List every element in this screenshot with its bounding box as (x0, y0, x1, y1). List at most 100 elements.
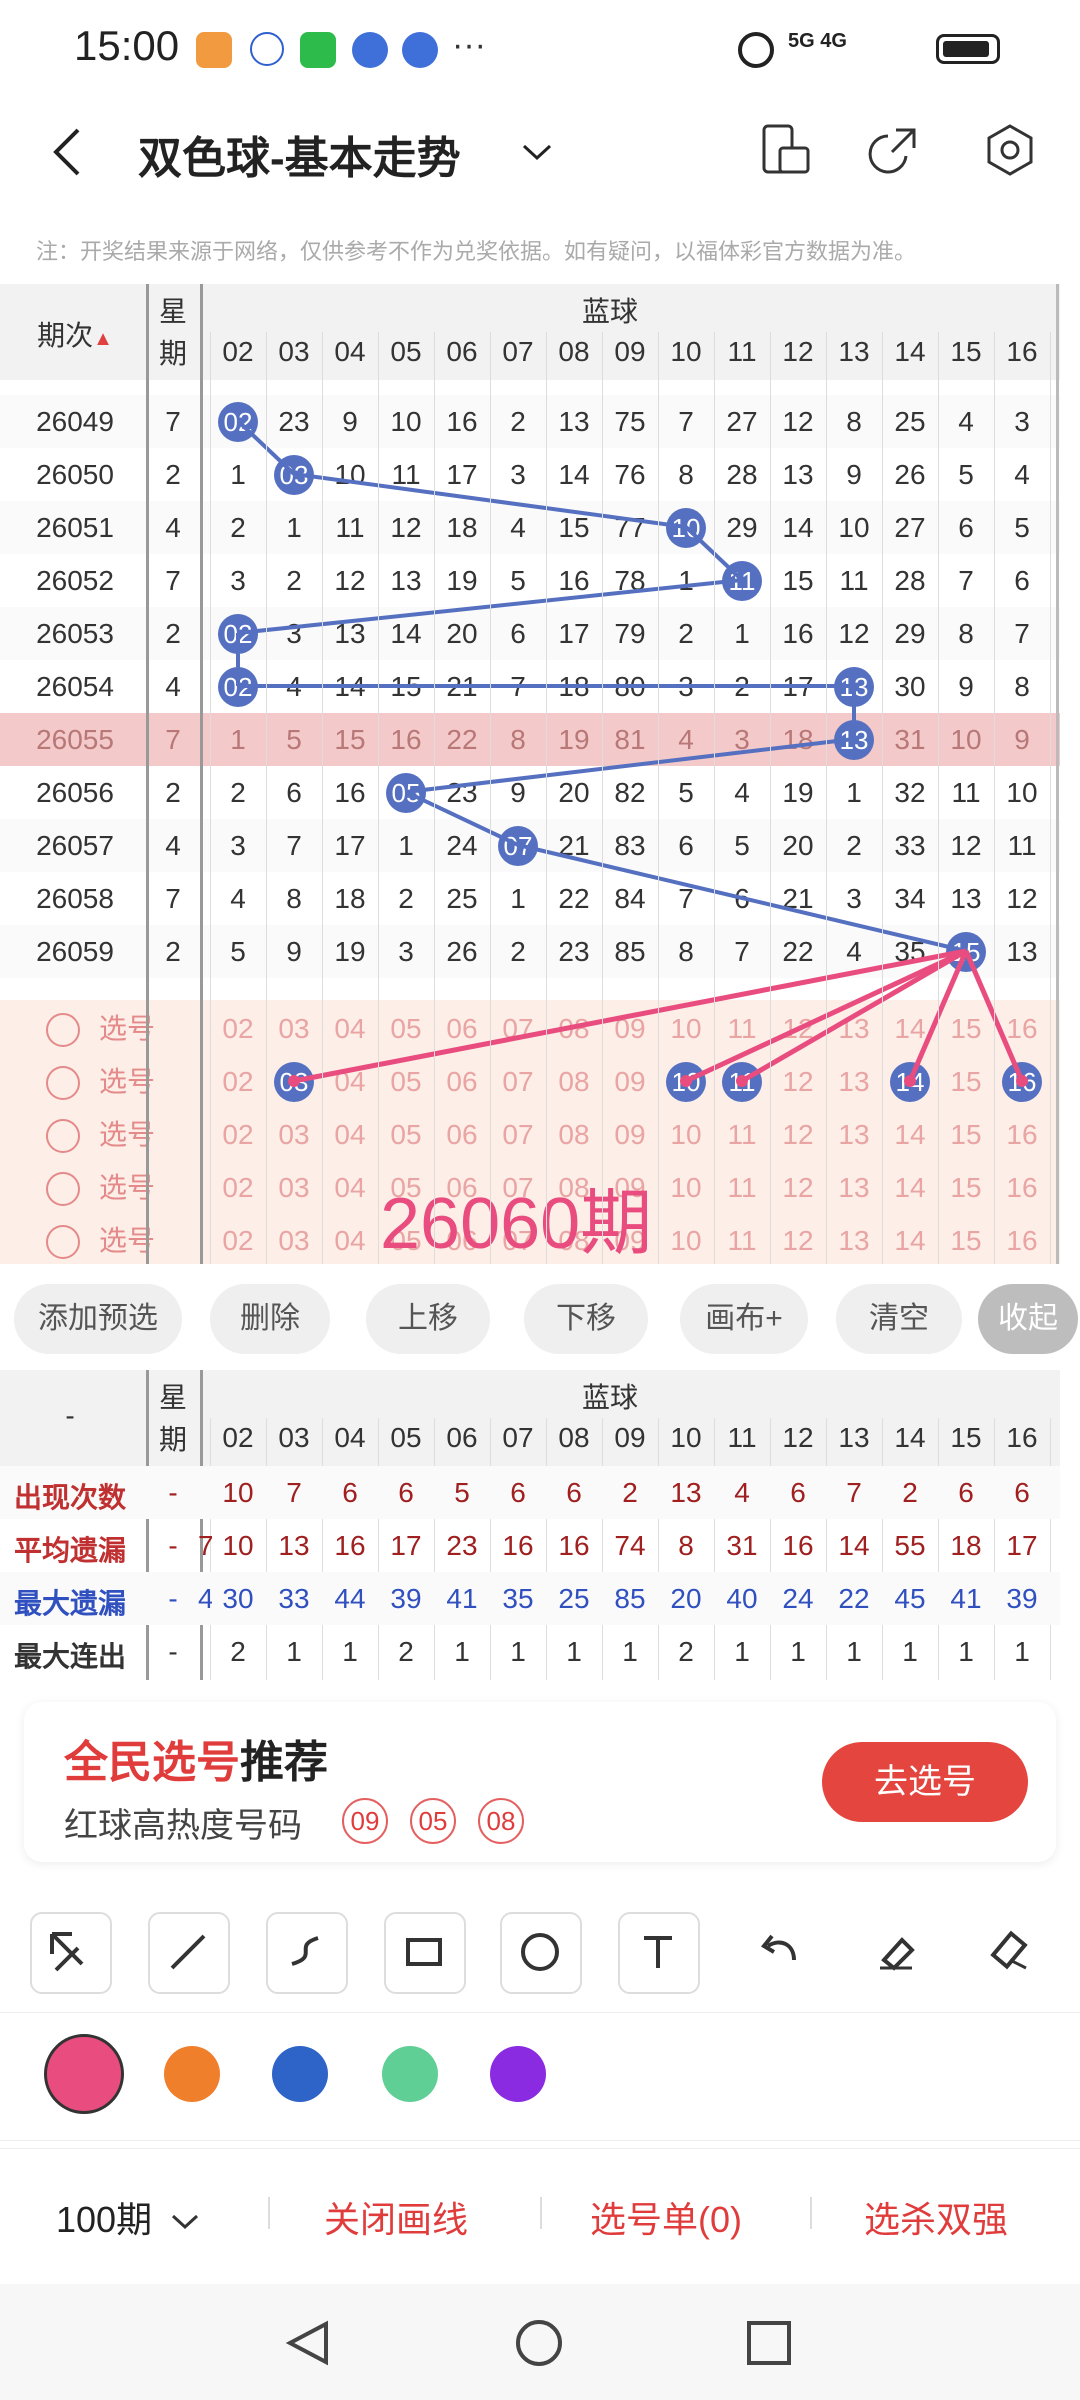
back-arrow-icon[interactable] (48, 126, 88, 178)
nav-home-icon[interactable] (514, 2318, 564, 2368)
stats-value: 8 (678, 1530, 694, 1561)
action-button[interactable]: 下移 (524, 1284, 648, 1354)
stats-value: 20 (670, 1583, 702, 1614)
clear-brush-icon[interactable] (972, 1912, 1054, 1994)
stats-value: 31 (726, 1530, 758, 1561)
share-icon[interactable] (866, 122, 922, 178)
stats-value: 18 (950, 1530, 982, 1561)
stats-column-header: 14 (894, 1422, 926, 1453)
text-icon[interactable] (618, 1912, 700, 1994)
period-label: 100期 (56, 2199, 153, 2240)
stats-value: 6 (958, 1477, 974, 1508)
divider (1056, 284, 1059, 1264)
stats-value: 41 (950, 1583, 982, 1614)
color-swatch[interactable] (164, 2046, 220, 2102)
undo-icon[interactable] (738, 1912, 820, 1994)
stats-value: 41 (446, 1583, 478, 1614)
recommend-subtitle: 红球高热度号码 (64, 1807, 302, 1845)
stats-row-label: 平均遗漏 (14, 1535, 127, 1566)
stats-value: 24 (782, 1583, 814, 1614)
period-select[interactable]: 100期 (56, 2191, 200, 2243)
column-header: 13 (838, 336, 870, 367)
trend-table: 期次▲ 星 期 蓝球 26048413228915112746261172432… (0, 284, 1060, 1264)
line-icon[interactable] (148, 1912, 230, 1994)
trend-line (405, 737, 855, 794)
stats-value: 13 (278, 1530, 310, 1561)
stats-value: 14 (838, 1530, 870, 1561)
settings-icon[interactable] (982, 122, 1038, 178)
stats-value: 6 (398, 1477, 414, 1508)
grid-line (490, 332, 491, 1264)
go-pick-button[interactable]: 去选号 (822, 1742, 1028, 1822)
app-icon (402, 32, 438, 68)
column-header: 07 (502, 336, 534, 367)
grid-line (1050, 332, 1051, 1264)
stats-value: 6 (790, 1477, 806, 1508)
stats-column-header: 07 (502, 1422, 534, 1453)
eraser-icon[interactable] (856, 1912, 938, 1994)
stats-value: 55 (894, 1530, 926, 1561)
grid-line (882, 332, 883, 1264)
stats-value: 1 (1014, 1636, 1030, 1667)
stats-mid: - (168, 1530, 178, 1561)
status-bar: 15:00 ··· 5G 4G (0, 0, 1080, 100)
stats-value: 16 (782, 1530, 814, 1561)
chevron-down-icon (172, 2214, 199, 2230)
battery-icon (936, 34, 1000, 64)
recommend-card[interactable]: 全民选号推荐 红球高热度号码 去选号 09 05 08 (24, 1702, 1056, 1862)
stats-value: 1 (566, 1636, 582, 1667)
select-arrow-icon[interactable] (30, 1912, 112, 1994)
column-header: 02 (222, 336, 254, 367)
action-button[interactable]: 清空 (836, 1284, 962, 1354)
stats-value: 2 (622, 1477, 638, 1508)
stats-value: 10 (222, 1530, 254, 1561)
nav-back-icon[interactable] (282, 2318, 332, 2368)
close-line-button[interactable]: 关闭画线 (324, 2191, 468, 2243)
pick-list-button[interactable]: 选号单(0) (590, 2191, 742, 2243)
stats-value: 40 (726, 1583, 758, 1614)
column-header: 05 (390, 336, 422, 367)
stats-row-label: 最大连出 (14, 1641, 127, 1672)
stats-value: 6 (566, 1477, 582, 1508)
action-button[interactable]: 上移 (366, 1284, 490, 1354)
alarm-icon (738, 32, 774, 68)
hot-number: 09 (342, 1798, 388, 1844)
stats-value: 1 (286, 1636, 302, 1667)
stats-value: 7 (846, 1477, 862, 1508)
nav-recents-icon[interactable] (744, 2318, 794, 2368)
stats-week-top: 星 (158, 1382, 187, 1413)
stats-blue-header: 蓝球 (581, 1382, 638, 1413)
kill-button[interactable]: 选杀双强 (864, 2191, 1008, 2243)
stats-value: 5 (454, 1477, 470, 1508)
stats-column-header: 13 (838, 1422, 870, 1453)
circle-icon[interactable] (500, 1912, 582, 1994)
app-header: 双色球-基本走势 (0, 100, 1080, 204)
color-swatch[interactable] (44, 2034, 124, 2114)
divider (200, 284, 203, 1264)
action-button[interactable]: 画布+ (680, 1284, 808, 1354)
action-button[interactable]: 删除 (210, 1284, 330, 1354)
stats-value: 1 (902, 1636, 918, 1667)
column-header: 12 (782, 336, 814, 367)
device-switch-icon[interactable] (758, 122, 814, 178)
curve-icon[interactable] (266, 1912, 348, 1994)
app-notification-icon (196, 32, 232, 68)
color-swatch[interactable] (490, 2046, 546, 2102)
stats-header-dash: - (65, 1400, 75, 1431)
arrow-head (288, 1075, 300, 1087)
chevron-down-icon[interactable] (520, 140, 554, 164)
color-swatch[interactable] (382, 2046, 438, 2102)
action-button[interactable]: 添加预选 (14, 1284, 182, 1354)
stats-value: 1 (790, 1636, 806, 1667)
grid-line (266, 332, 267, 1264)
stats-value: 85 (614, 1583, 646, 1614)
stats-column-header: 03 (278, 1422, 310, 1453)
stats-column-header: 16 (1006, 1422, 1038, 1453)
color-swatch[interactable] (272, 2046, 328, 2102)
action-button[interactable]: 收起 (978, 1284, 1078, 1354)
grid-line (434, 332, 435, 1264)
stats-value: 6 (342, 1477, 358, 1508)
grid-line (602, 332, 603, 1264)
stats-value: 7 (286, 1477, 302, 1508)
rectangle-icon[interactable] (384, 1912, 466, 1994)
